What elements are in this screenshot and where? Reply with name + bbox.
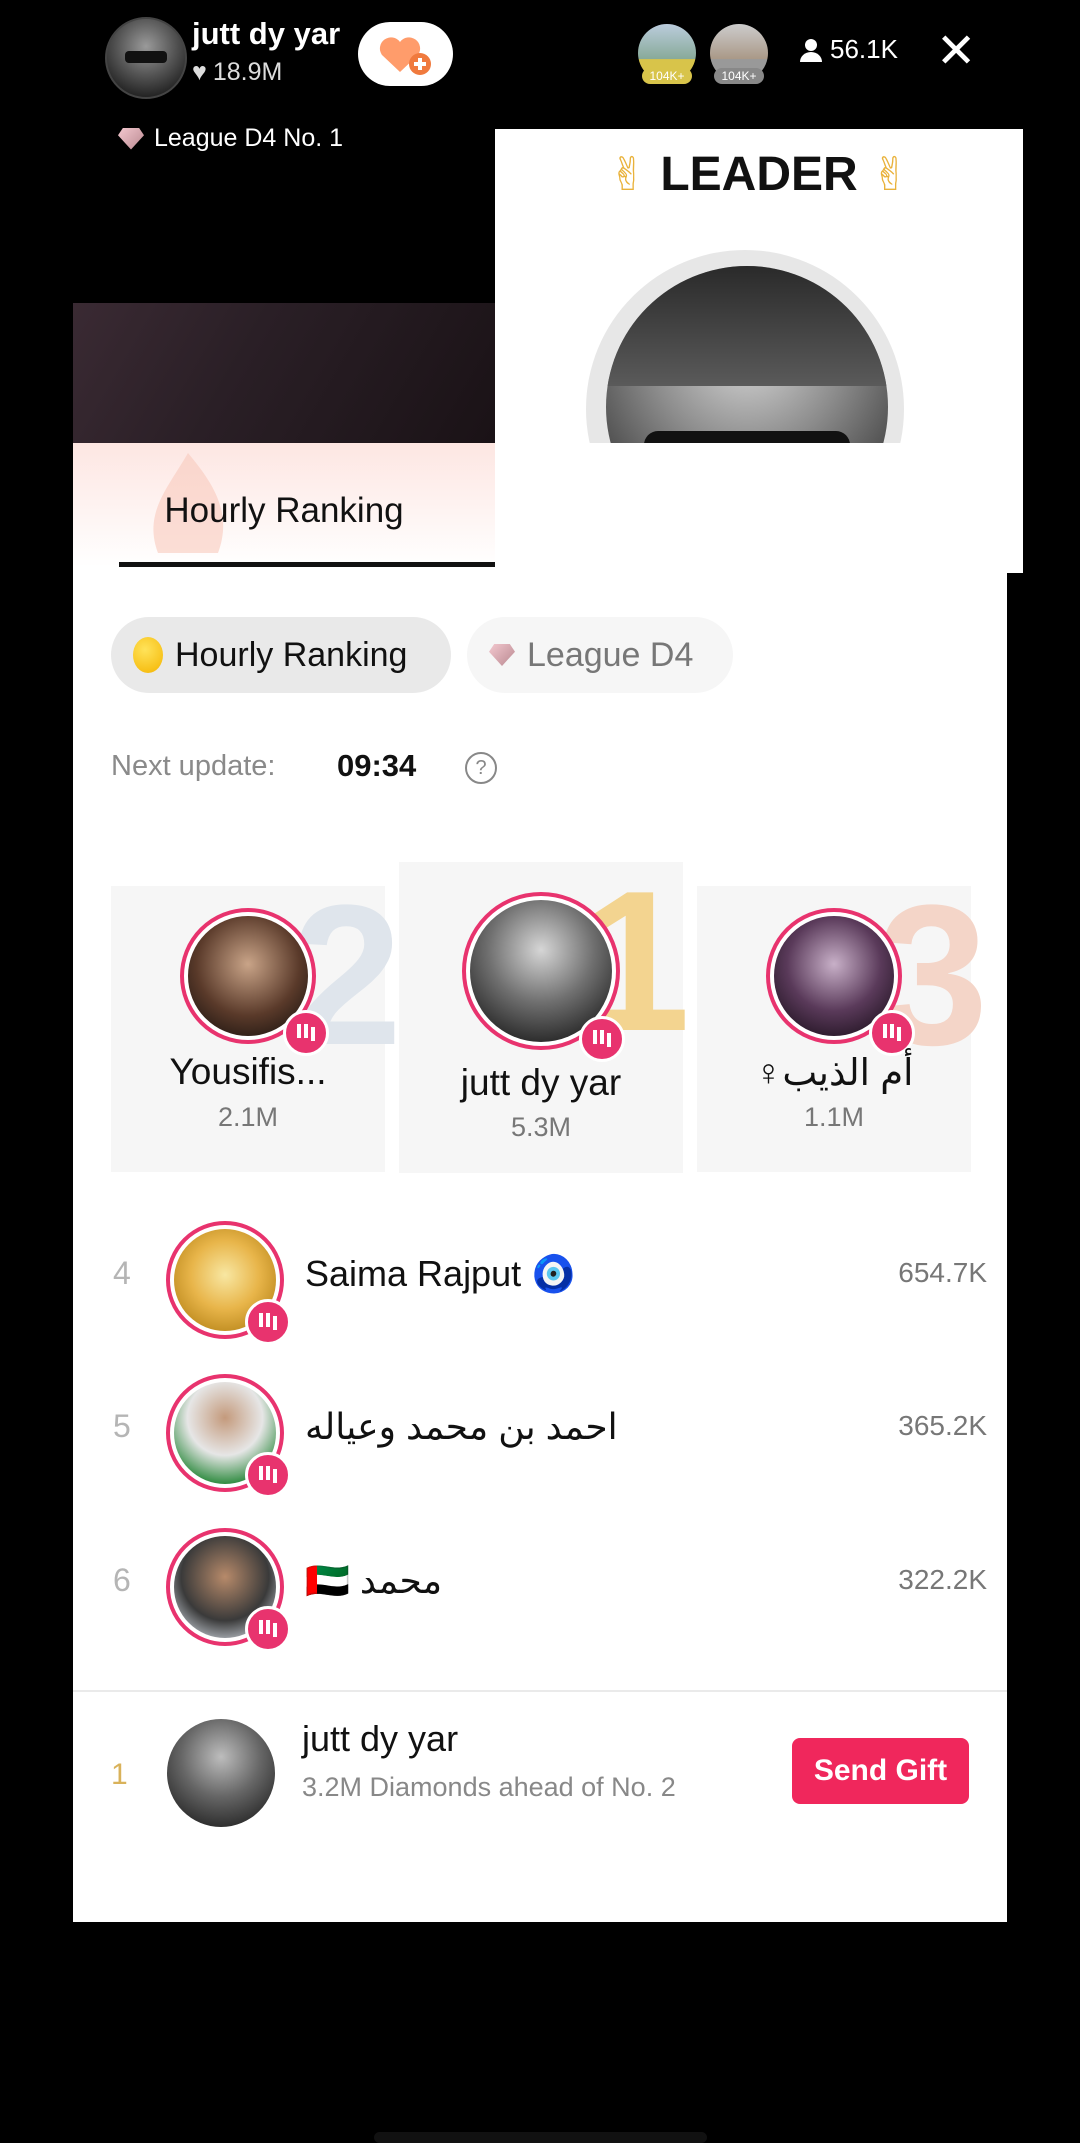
list-item[interactable]: 5 احمد بن محمد وعياله 365.2K: [73, 1368, 1007, 1498]
diamond-icon: [118, 127, 144, 150]
tab-hourly-ranking[interactable]: Hourly Ranking: [73, 443, 495, 567]
top-viewer-avatar[interactable]: 104K+: [638, 24, 696, 84]
coin-icon: [133, 637, 163, 673]
live-icon: [245, 1452, 291, 1498]
live-icon: [245, 1606, 291, 1652]
top-viewer-avatar[interactable]: 104K+: [710, 24, 768, 84]
host-name[interactable]: jutt dy yar: [192, 16, 340, 52]
live-icon: [283, 1010, 329, 1056]
list-item[interactable]: 6 🇦🇪 محمد 322.2K: [73, 1522, 1007, 1652]
my-rank-subtitle: 3.2M Diamonds ahead of No. 2: [302, 1772, 676, 1802]
heart-icon: ♥: [192, 58, 207, 86]
my-rank: 1: [111, 1758, 128, 1791]
chip-hourly-ranking[interactable]: Hourly Ranking: [111, 617, 451, 693]
my-name: jutt dy yar: [302, 1718, 459, 1759]
podium-card-1[interactable]: 1 jutt dy yar 5.3M: [399, 862, 690, 1173]
victory-hand-icon: ✌: [871, 148, 910, 200]
podium-card-2[interactable]: 2 Yousifis... 2.1M: [111, 876, 402, 1172]
active-tab-indicator: [119, 562, 495, 567]
host-likes: ♥ 18.9M: [192, 58, 283, 86]
help-icon[interactable]: ?: [465, 752, 497, 784]
send-gift-button[interactable]: Send Gift: [792, 1738, 969, 1804]
podium-card-3[interactable]: 3 أم الذيب♀ 1.1M: [697, 876, 988, 1172]
host-avatar[interactable]: [105, 17, 187, 99]
close-icon[interactable]: ✕: [936, 28, 976, 76]
victory-hand-icon: ✌: [608, 148, 647, 200]
follow-button[interactable]: [358, 22, 453, 86]
heart-plus-icon: [379, 37, 431, 75]
person-icon: [800, 38, 822, 62]
diamond-icon: [489, 644, 515, 666]
home-indicator[interactable]: [374, 2132, 707, 2143]
league-tag[interactable]: League D4 No. 1: [118, 124, 343, 153]
my-rank-bar: 1 jutt dy yar 3.2M Diamonds ahead of No.…: [73, 1690, 1007, 2143]
live-icon: [579, 1016, 625, 1062]
viewer-count[interactable]: 56.1K: [800, 34, 898, 65]
ranking-panel: Hourly Ranking Hourly Ranking League D4 …: [73, 443, 1007, 2143]
avatar: [167, 1719, 275, 1827]
list-item[interactable]: 4 Saima Rajput 🧿 654.7K: [73, 1215, 1007, 1345]
live-video-background: [73, 303, 495, 443]
next-update-label: Next update:: [111, 750, 276, 782]
next-update-time: 09:34: [337, 748, 417, 783]
leader-title: ✌ LEADER ✌: [608, 148, 910, 201]
live-icon: [245, 1299, 291, 1345]
live-icon: [869, 1010, 915, 1056]
chip-league-d4[interactable]: League D4: [467, 617, 733, 693]
